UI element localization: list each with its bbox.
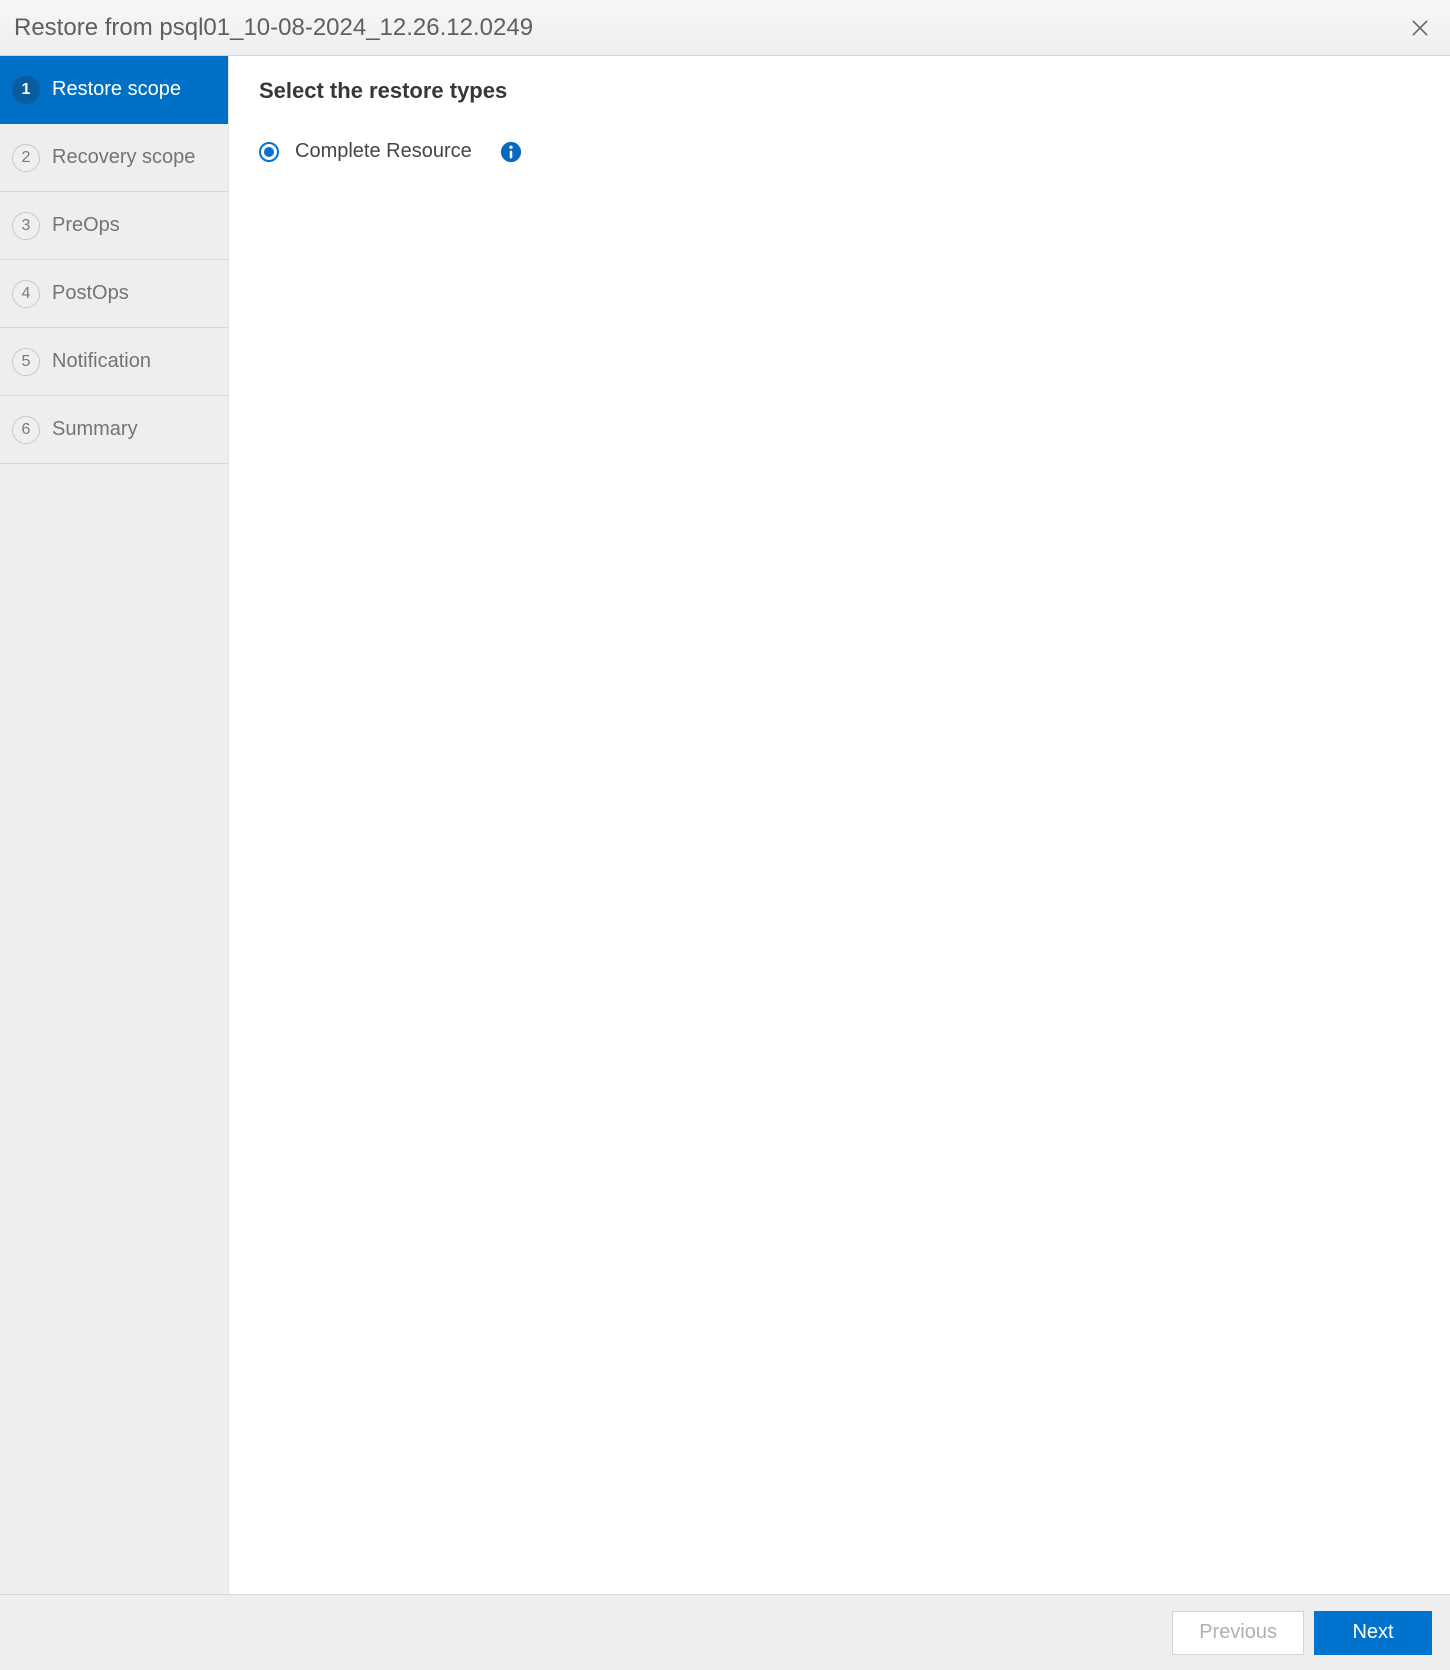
step-number: 4: [12, 280, 40, 308]
complete-resource-label: Complete Resource: [295, 140, 472, 163]
step-label: PreOps: [52, 214, 120, 237]
step-number: 3: [12, 212, 40, 240]
info-icon: [500, 141, 522, 163]
dialog-body: 1 Restore scope 2 Recovery scope 3 PreOp…: [0, 56, 1450, 1594]
complete-resource-radio[interactable]: [259, 142, 279, 162]
dialog-header: Restore from psql01_10-08-2024_12.26.12.…: [0, 0, 1450, 56]
wizard-step-notification[interactable]: 5 Notification: [0, 328, 228, 396]
wizard-step-restore-scope[interactable]: 1 Restore scope: [0, 56, 228, 124]
wizard-step-summary[interactable]: 6 Summary: [0, 396, 228, 464]
restore-type-option-complete-resource: Complete Resource: [259, 140, 1420, 163]
step-label: Recovery scope: [52, 146, 195, 169]
step-label: Restore scope: [52, 78, 181, 101]
step-label: PostOps: [52, 282, 129, 305]
previous-button[interactable]: Previous: [1172, 1611, 1304, 1655]
step-number: 1: [12, 76, 40, 104]
wizard-step-preops[interactable]: 3 PreOps: [0, 192, 228, 260]
step-label: Notification: [52, 350, 151, 373]
complete-resource-info-button[interactable]: [500, 141, 522, 163]
step-number: 6: [12, 416, 40, 444]
content-heading: Select the restore types: [259, 78, 1420, 104]
next-button[interactable]: Next: [1314, 1611, 1432, 1655]
dialog-footer: Previous Next: [0, 1594, 1450, 1670]
wizard-content: Select the restore types Complete Resour…: [228, 56, 1450, 1594]
wizard-step-postops[interactable]: 4 PostOps: [0, 260, 228, 328]
step-label: Summary: [52, 418, 138, 441]
step-number: 5: [12, 348, 40, 376]
step-number: 2: [12, 144, 40, 172]
close-button[interactable]: [1406, 14, 1434, 42]
restore-wizard-dialog: Restore from psql01_10-08-2024_12.26.12.…: [0, 0, 1450, 1670]
dialog-title: Restore from psql01_10-08-2024_12.26.12.…: [14, 14, 533, 42]
wizard-step-recovery-scope[interactable]: 2 Recovery scope: [0, 124, 228, 192]
wizard-sidebar: 1 Restore scope 2 Recovery scope 3 PreOp…: [0, 56, 228, 1594]
close-icon: [1410, 18, 1430, 38]
